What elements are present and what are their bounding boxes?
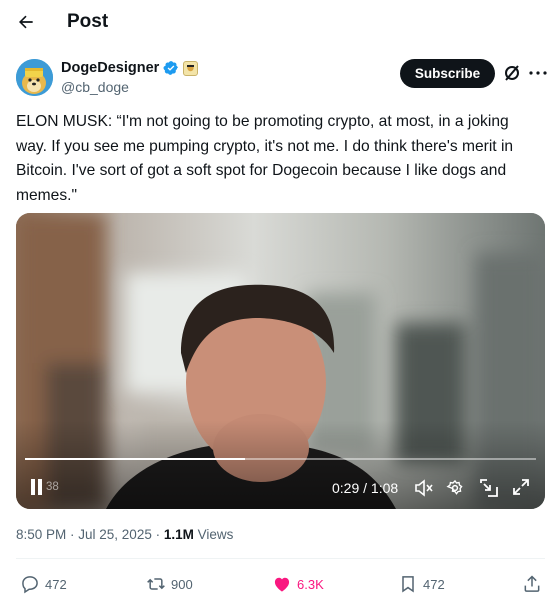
- arrow-left-icon: [19, 15, 33, 29]
- views-label: Views: [193, 527, 234, 542]
- video-frame: [16, 213, 545, 509]
- author-handle[interactable]: @cb_doge: [61, 79, 129, 95]
- author-name[interactable]: DogeDesigner: [61, 60, 199, 76]
- bookmark-button[interactable]: 472: [398, 574, 445, 594]
- more-icon: [529, 71, 547, 75]
- expand-icon: [513, 479, 529, 495]
- volume-muted-icon: [415, 479, 433, 497]
- verified-badge-icon: [163, 61, 179, 75]
- page-title: Post: [67, 11, 109, 32]
- fullscreen-button[interactable]: [513, 479, 533, 497]
- like-count: 6.3K: [297, 576, 324, 592]
- pip-icon: [480, 479, 498, 497]
- back-button[interactable]: [14, 10, 38, 34]
- post-time[interactable]: 8:50 PM · Jul 25, 2025 ·: [16, 527, 164, 542]
- reply-icon: [22, 576, 38, 594]
- repost-button[interactable]: 900: [146, 574, 193, 594]
- heart-filled-icon: [274, 577, 290, 592]
- repost-icon: [147, 578, 165, 590]
- repost-count: 900: [171, 576, 193, 592]
- video-elapsed-ghost: 38: [46, 481, 59, 493]
- video-player[interactable]: 38 0:29 / 1:08: [16, 213, 545, 509]
- subscribe-button[interactable]: Subscribe: [400, 59, 495, 88]
- bookmark-count: 472: [423, 576, 445, 592]
- author-name-text: DogeDesigner: [61, 60, 160, 76]
- video-progress-bar[interactable]: [25, 458, 536, 460]
- affiliate-badge-icon: [183, 60, 199, 76]
- settings-button[interactable]: [446, 479, 466, 497]
- share-icon: [524, 575, 540, 592]
- divider: [16, 558, 545, 559]
- doge-avatar-image: [16, 59, 53, 96]
- gear-icon: [446, 479, 463, 495]
- reply-count: 472: [45, 576, 67, 592]
- post-text: ELON MUSK: “I'm not going to be promotin…: [16, 113, 514, 204]
- mute-button[interactable]: [414, 479, 434, 497]
- avatar[interactable]: [16, 59, 53, 96]
- like-button[interactable]: 6.3K: [272, 574, 324, 594]
- top-bar: Post: [0, 0, 557, 44]
- share-button[interactable]: [522, 574, 542, 594]
- picture-in-picture-button[interactable]: [480, 479, 500, 497]
- post-timestamp: 8:50 PM · Jul 25, 2025 · 1.1M Views: [16, 527, 233, 542]
- reply-button[interactable]: 472: [20, 574, 67, 594]
- views-count: 1.1M: [163, 527, 194, 542]
- grok-icon[interactable]: [502, 63, 522, 83]
- more-options-button[interactable]: [528, 63, 548, 83]
- bookmark-icon: [402, 576, 414, 593]
- video-time: 0:29 / 1:08: [332, 480, 399, 496]
- video-progress-fill: [25, 458, 245, 460]
